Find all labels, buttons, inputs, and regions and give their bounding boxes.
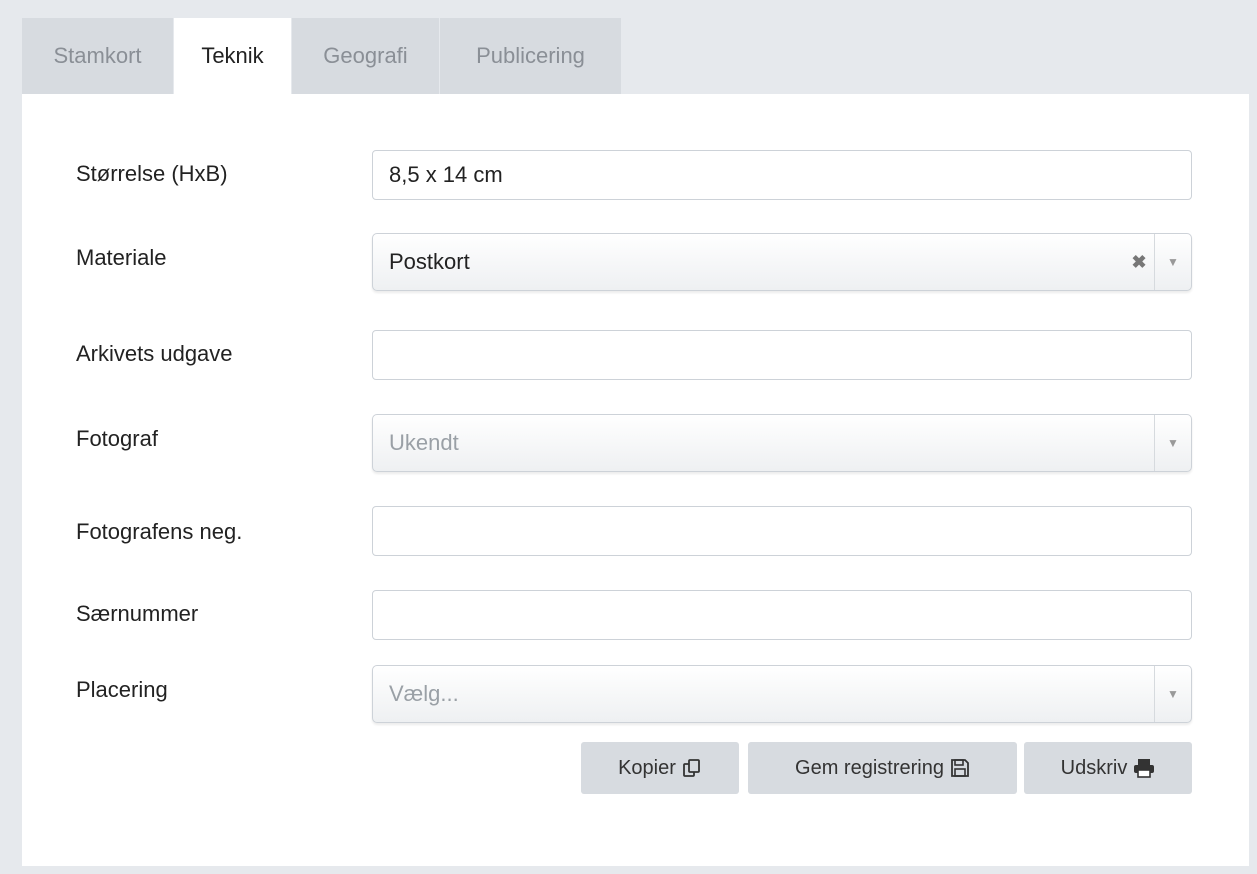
tab-stamkort[interactable]: Stamkort xyxy=(22,18,174,94)
photographer-label: Fotograf xyxy=(76,426,158,451)
material-value: Postkort xyxy=(389,249,470,274)
photographer-neg-label: Fotografens neg. xyxy=(76,519,243,544)
placement-label: Placering xyxy=(76,677,168,702)
special-number-label: Særnummer xyxy=(76,601,199,626)
caret-down-icon[interactable]: ▼ xyxy=(1154,415,1191,471)
photographer-placeholder: Ukendt xyxy=(389,430,459,455)
printer-icon xyxy=(1134,759,1155,778)
archive-edition-input[interactable] xyxy=(372,330,1192,380)
photographer-select[interactable]: Ukendt ▼ xyxy=(372,414,1192,472)
save-button[interactable]: Gem registrering xyxy=(748,742,1017,794)
tab-bar: Stamkort Teknik Geografi Publicering xyxy=(22,18,622,94)
tab-teknik[interactable]: Teknik xyxy=(174,18,292,94)
app-frame: Stamkort Teknik Geografi Publicering Stø… xyxy=(8,8,1249,866)
caret-down-icon[interactable]: ▼ xyxy=(1154,666,1191,722)
clear-x-icon[interactable]: ✖ xyxy=(1124,252,1154,273)
floppy-disk-icon xyxy=(951,759,969,777)
tab-publicering[interactable]: Publicering xyxy=(440,18,622,94)
archive-edition-label: Arkivets udgave xyxy=(76,341,233,366)
size-label: Størrelse (HxB) xyxy=(76,161,228,186)
placement-placeholder: Vælg... xyxy=(389,681,459,706)
print-label: Udskriv xyxy=(1060,756,1128,779)
save-label: Gem registrering xyxy=(795,756,944,779)
print-button[interactable]: Udskriv xyxy=(1024,742,1192,794)
material-select[interactable]: Postkort ✖ ▼ xyxy=(372,233,1192,291)
caret-down-icon[interactable]: ▼ xyxy=(1154,234,1191,290)
placement-select[interactable]: Vælg... ▼ xyxy=(372,665,1192,723)
form-panel: Størrelse (HxB) 8,5 x 14 cm Materiale Po… xyxy=(22,94,1249,866)
copy-label: Kopier xyxy=(618,756,676,779)
special-number-input[interactable] xyxy=(372,590,1192,640)
tab-geografi[interactable]: Geografi xyxy=(292,18,440,94)
photographer-neg-input[interactable] xyxy=(372,506,1192,556)
material-label: Materiale xyxy=(76,245,167,270)
copy-button[interactable]: Kopier xyxy=(581,742,739,794)
copy-icon xyxy=(683,759,700,777)
size-input[interactable]: 8,5 x 14 cm xyxy=(372,150,1192,200)
